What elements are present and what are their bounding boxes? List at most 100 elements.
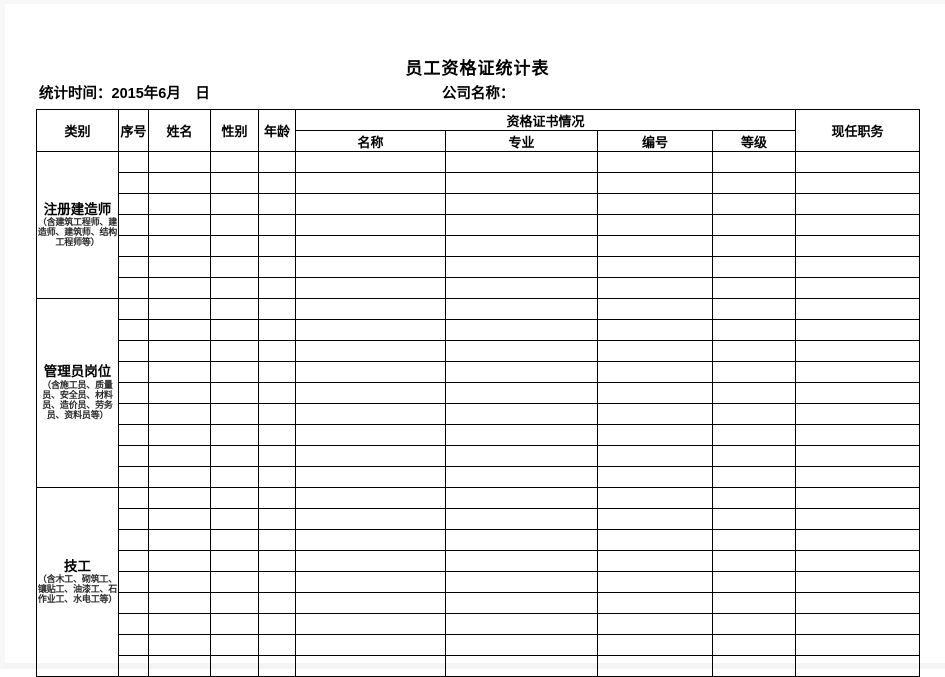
- data-cell[interactable]: [258, 277, 296, 299]
- data-cell[interactable]: [148, 403, 211, 425]
- data-cell[interactable]: [295, 319, 446, 341]
- data-cell[interactable]: [795, 550, 921, 572]
- data-cell[interactable]: [118, 361, 149, 383]
- data-cell[interactable]: [795, 298, 921, 320]
- data-cell[interactable]: [118, 214, 149, 236]
- data-cell[interactable]: [597, 151, 713, 173]
- data-cell[interactable]: [148, 466, 211, 488]
- data-cell[interactable]: [118, 592, 149, 614]
- data-cell[interactable]: [210, 214, 259, 236]
- data-cell[interactable]: [597, 571, 713, 593]
- data-cell[interactable]: [711, 319, 797, 341]
- data-cell[interactable]: [597, 319, 713, 341]
- data-cell[interactable]: [258, 466, 296, 488]
- data-cell[interactable]: [795, 235, 921, 257]
- data-cell[interactable]: [295, 529, 446, 551]
- data-cell[interactable]: [711, 613, 797, 635]
- data-cell[interactable]: [210, 487, 259, 509]
- data-cell[interactable]: [148, 508, 211, 530]
- data-cell[interactable]: [258, 592, 296, 614]
- data-cell[interactable]: [597, 193, 713, 215]
- data-cell[interactable]: [445, 613, 598, 635]
- data-cell[interactable]: [445, 424, 598, 446]
- data-cell[interactable]: [295, 382, 446, 404]
- data-cell[interactable]: [445, 151, 598, 173]
- data-cell[interactable]: [258, 172, 296, 194]
- data-cell[interactable]: [711, 340, 797, 362]
- data-cell[interactable]: [118, 508, 149, 530]
- data-cell[interactable]: [795, 361, 921, 383]
- data-cell[interactable]: [597, 550, 713, 572]
- data-cell[interactable]: [148, 613, 211, 635]
- data-cell[interactable]: [795, 634, 921, 656]
- data-cell[interactable]: [711, 487, 797, 509]
- data-cell[interactable]: [795, 193, 921, 215]
- data-cell[interactable]: [258, 571, 296, 593]
- data-cell[interactable]: [258, 445, 296, 467]
- data-cell[interactable]: [258, 403, 296, 425]
- data-cell[interactable]: [118, 466, 149, 488]
- data-cell[interactable]: [795, 529, 921, 551]
- data-cell[interactable]: [258, 214, 296, 236]
- data-cell[interactable]: [597, 655, 713, 677]
- data-cell[interactable]: [210, 235, 259, 257]
- data-cell[interactable]: [795, 655, 921, 677]
- data-cell[interactable]: [597, 298, 713, 320]
- data-cell[interactable]: [258, 382, 296, 404]
- data-cell[interactable]: [795, 277, 921, 299]
- data-cell[interactable]: [445, 550, 598, 572]
- data-cell[interactable]: [295, 256, 446, 278]
- data-cell[interactable]: [258, 235, 296, 257]
- data-cell[interactable]: [597, 508, 713, 530]
- data-cell[interactable]: [795, 403, 921, 425]
- data-cell[interactable]: [711, 151, 797, 173]
- data-cell[interactable]: [445, 487, 598, 509]
- data-cell[interactable]: [295, 361, 446, 383]
- data-cell[interactable]: [118, 634, 149, 656]
- data-cell[interactable]: [295, 298, 446, 320]
- data-cell[interactable]: [445, 193, 598, 215]
- data-cell[interactable]: [258, 340, 296, 362]
- data-cell[interactable]: [597, 613, 713, 635]
- data-cell[interactable]: [445, 340, 598, 362]
- data-cell[interactable]: [258, 256, 296, 278]
- data-cell[interactable]: [148, 655, 211, 677]
- data-cell[interactable]: [597, 277, 713, 299]
- data-cell[interactable]: [258, 613, 296, 635]
- data-cell[interactable]: [445, 382, 598, 404]
- data-cell[interactable]: [295, 466, 446, 488]
- data-cell[interactable]: [148, 235, 211, 257]
- data-cell[interactable]: [118, 193, 149, 215]
- data-cell[interactable]: [258, 550, 296, 572]
- data-cell[interactable]: [445, 634, 598, 656]
- data-cell[interactable]: [711, 235, 797, 257]
- data-cell[interactable]: [295, 235, 446, 257]
- data-cell[interactable]: [210, 319, 259, 341]
- data-cell[interactable]: [148, 172, 211, 194]
- data-cell[interactable]: [295, 655, 446, 677]
- data-cell[interactable]: [295, 214, 446, 236]
- data-cell[interactable]: [795, 466, 921, 488]
- data-cell[interactable]: [258, 634, 296, 656]
- data-cell[interactable]: [711, 382, 797, 404]
- data-cell[interactable]: [210, 445, 259, 467]
- data-cell[interactable]: [597, 445, 713, 467]
- data-cell[interactable]: [711, 571, 797, 593]
- data-cell[interactable]: [445, 508, 598, 530]
- data-cell[interactable]: [795, 151, 921, 173]
- data-cell[interactable]: [258, 298, 296, 320]
- data-cell[interactable]: [295, 172, 446, 194]
- data-cell[interactable]: [597, 592, 713, 614]
- data-cell[interactable]: [258, 424, 296, 446]
- data-cell[interactable]: [445, 319, 598, 341]
- data-cell[interactable]: [148, 298, 211, 320]
- data-cell[interactable]: [210, 151, 259, 173]
- data-cell[interactable]: [597, 634, 713, 656]
- data-cell[interactable]: [295, 445, 446, 467]
- data-cell[interactable]: [597, 466, 713, 488]
- data-cell[interactable]: [118, 550, 149, 572]
- data-cell[interactable]: [445, 361, 598, 383]
- data-cell[interactable]: [210, 571, 259, 593]
- data-cell[interactable]: [711, 529, 797, 551]
- data-cell[interactable]: [445, 214, 598, 236]
